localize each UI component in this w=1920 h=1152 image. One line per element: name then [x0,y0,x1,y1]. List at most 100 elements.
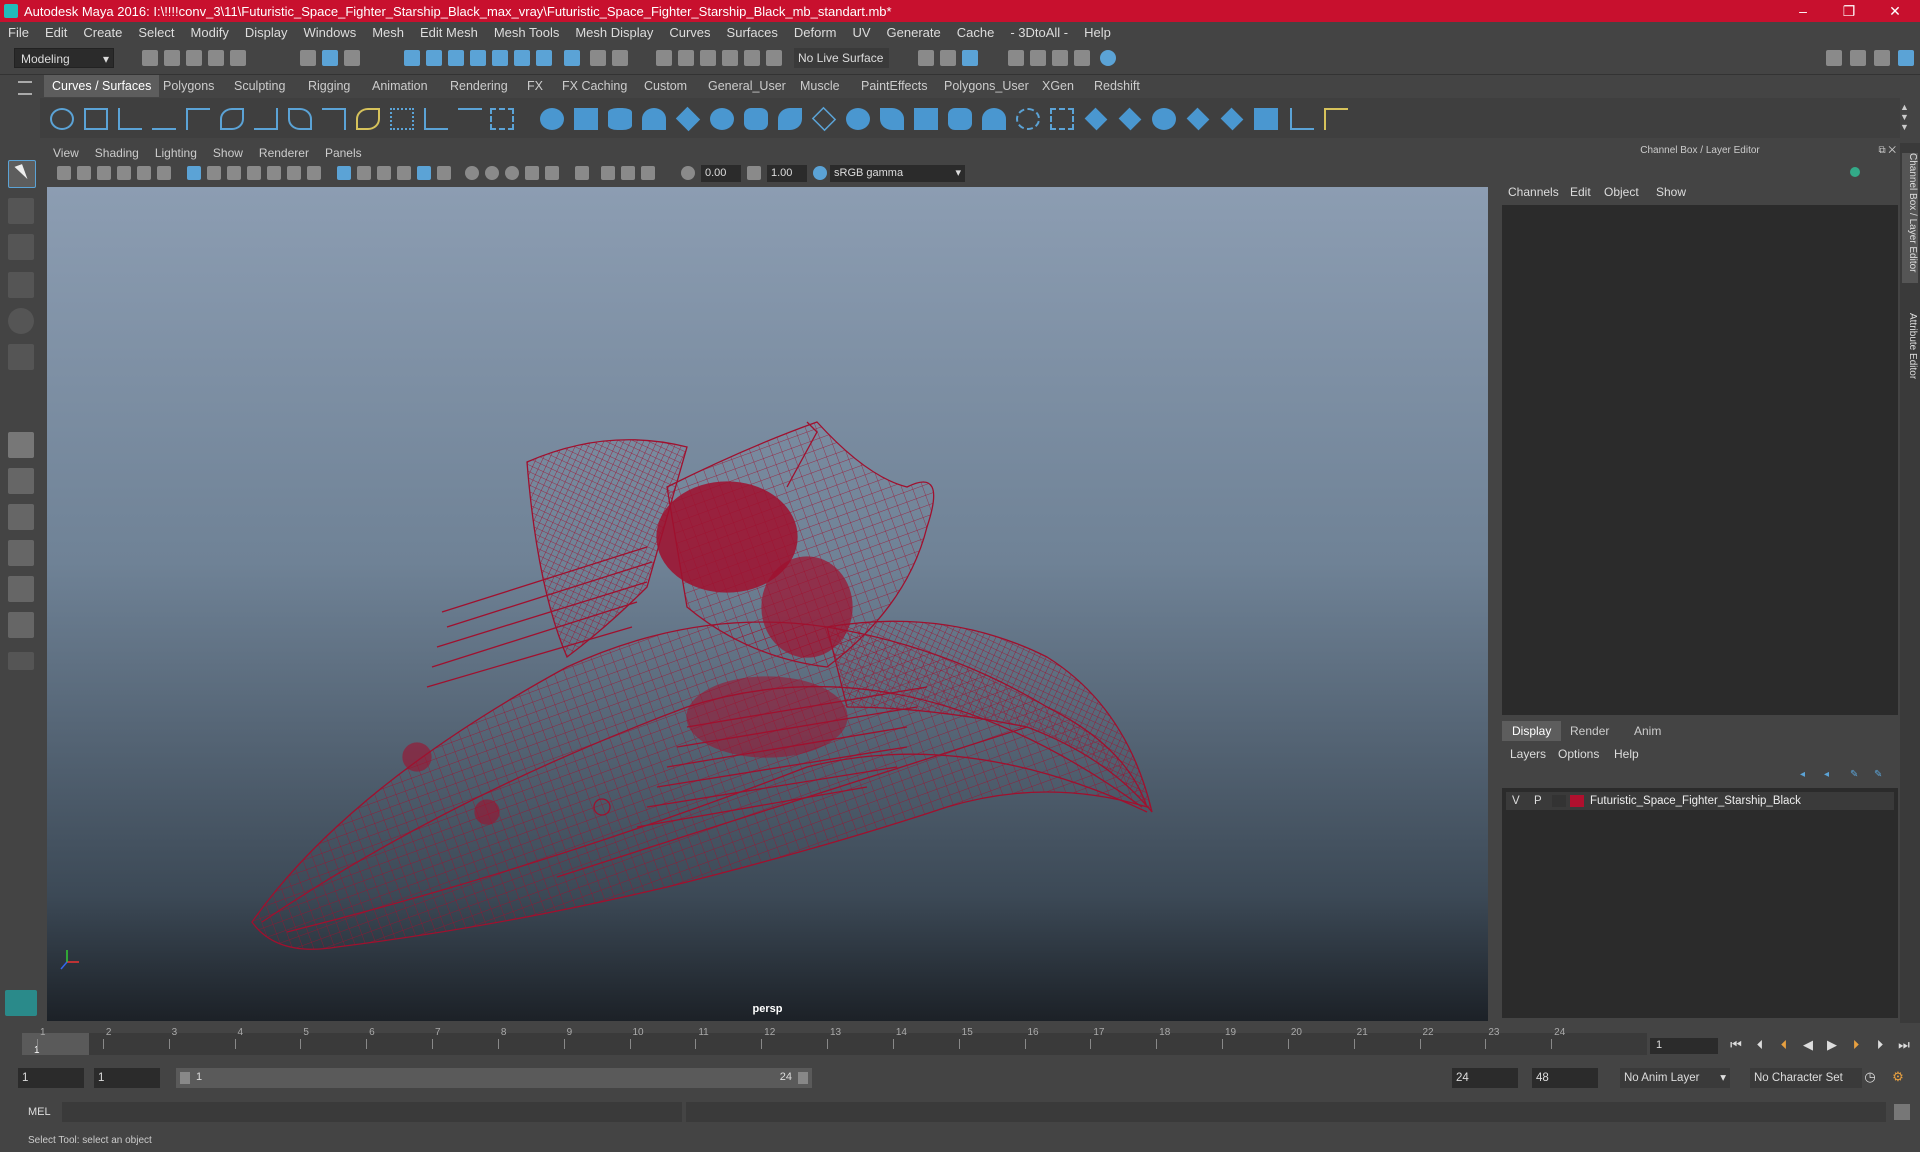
shelf-menu-icon[interactable] [18,81,32,95]
single-perspective-icon[interactable] [8,432,34,458]
gate-mask-icon[interactable] [247,166,261,180]
menu-curves[interactable]: Curves [661,22,718,44]
go-end-icon[interactable]: ⏭ [1896,1038,1912,1052]
outliner-icon[interactable] [1850,50,1866,66]
panel-close-icon[interactable]: ⧉ ✕ [1878,145,1896,156]
menu-mesh-display[interactable]: Mesh Display [567,22,661,44]
cb-menu-show[interactable]: Show [1656,185,1686,199]
snap-curve-icon[interactable] [426,50,442,66]
anim-layer-select[interactable]: No Anim Layer ▾ [1620,1068,1730,1088]
detach-curves-icon[interactable] [288,108,312,130]
layer-menu-options[interactable]: Options [1558,747,1599,761]
image-plane-icon[interactable] [117,166,131,180]
render-settings-icon[interactable] [1008,50,1024,66]
live-surface-field[interactable]: No Live Surface [794,48,889,68]
tab-rigging[interactable]: Rigging [300,75,358,97]
resolution-gate-icon[interactable] [227,166,241,180]
insert-knot-icon[interactable] [322,108,346,130]
snap-vertex-icon[interactable] [536,50,552,66]
planar-icon[interactable] [811,106,837,132]
layer-menu-layers[interactable]: Layers [1510,747,1546,761]
tab-polygons[interactable]: Polygons [155,75,222,97]
move-layer-down-icon[interactable]: ◂ [1824,769,1829,780]
cb-menu-edit[interactable]: Edit [1570,185,1591,199]
vp-menu-lighting[interactable]: Lighting [147,143,205,163]
open-scene-icon[interactable] [164,50,180,66]
sym3-icon[interactable] [744,50,760,66]
layer-color-swatch[interactable] [1570,795,1584,807]
construction-icon[interactable] [612,50,628,66]
menu-uv[interactable]: UV [844,22,878,44]
smooth-shade-icon[interactable] [357,166,371,180]
scene-end-field[interactable]: 48 [1532,1068,1598,1088]
2d-pan-icon[interactable] [137,166,151,180]
arc-icon[interactable] [220,108,244,130]
menu-edit[interactable]: Edit [37,22,75,44]
colorspace-select[interactable]: sRGB gamma ▾ [830,165,965,182]
go-start-icon[interactable]: ⏮ [1728,1038,1744,1052]
square-surface-icon[interactable] [948,108,972,130]
tab-painteffects[interactable]: PaintEffects [853,75,935,97]
hypershade-icon[interactable] [1030,50,1046,66]
menu-edit-mesh[interactable]: Edit Mesh [412,22,486,44]
script-editor-icon[interactable] [1894,1104,1910,1120]
input-ops-icon[interactable] [656,50,672,66]
prev-key-icon[interactable]: ⏴ [1776,1038,1792,1052]
rotate-tool-icon[interactable] [8,308,34,334]
maximize-button[interactable]: ❐ [1826,0,1872,22]
menu-file[interactable]: File [0,22,37,44]
render-setup-icon[interactable] [1052,50,1068,66]
nurbs-torus-icon[interactable] [710,108,734,130]
sculpt-icon[interactable] [1290,108,1314,130]
auto-key-icon[interactable]: ◷ [1862,1070,1878,1084]
range-slider[interactable]: 1 24 [176,1068,812,1088]
tab-fx-caching[interactable]: FX Caching [554,75,635,97]
tab-muscle[interactable]: Muscle [792,75,848,97]
workspace-icon[interactable] [1898,50,1914,66]
menu-display[interactable]: Display [237,22,296,44]
vp-menu-view[interactable]: View [45,143,87,163]
tab-channel-box-side[interactable]: Channel Box / Layer Editor [1902,153,1918,283]
tab-render[interactable]: Render [1560,721,1619,741]
snap-live-icon[interactable] [514,50,530,66]
cb-menu-channels[interactable]: Channels [1508,185,1559,199]
select-hierarchy-icon[interactable] [300,50,316,66]
history-icon[interactable] [564,50,580,66]
preferences-icon[interactable]: ⚙ [1890,1070,1906,1084]
sym4-icon[interactable] [766,50,782,66]
menu-deform[interactable]: Deform [786,22,845,44]
tab-sculpting[interactable]: Sculpting [226,75,293,97]
lock-icon[interactable] [590,50,606,66]
layer-type-toggle[interactable] [1552,795,1566,807]
move-tool-icon[interactable] [8,272,34,298]
persp-graph-icon[interactable] [8,540,34,566]
nurbs-cylinder-icon[interactable] [608,108,632,130]
viewport-3d[interactable]: persp [47,187,1488,1021]
wireframe-on-shaded-icon[interactable] [377,166,391,180]
range-end-handle[interactable] [798,1072,808,1084]
menu-modify[interactable]: Modify [183,22,237,44]
tab-attribute-editor-side[interactable]: Attribute Editor [1902,313,1918,403]
tab-display[interactable]: Display [1502,721,1562,741]
current-frame-field[interactable]: 1 [1650,1038,1718,1054]
move-layer-up-icon[interactable]: ◂ [1800,769,1805,780]
motion-blur-icon[interactable] [505,166,519,180]
close-button[interactable]: ✕ [1872,0,1918,22]
snap-grid-icon[interactable] [404,50,420,66]
menu-cache[interactable]: Cache [949,22,1003,44]
xray-icon[interactable] [397,166,411,180]
menu-select[interactable]: Select [130,22,182,44]
shadows-icon[interactable] [465,166,479,180]
scale-tool-icon[interactable] [8,344,34,370]
next-key-icon[interactable]: ⏵ [1848,1038,1864,1052]
offset-curve-icon[interactable] [390,108,414,130]
output-ops-icon[interactable] [678,50,694,66]
minimize-button[interactable]: – [1780,0,1826,22]
gamma-icon[interactable] [747,166,761,180]
tab-rendering[interactable]: Rendering [442,75,516,97]
menu-mesh-tools[interactable]: Mesh Tools [486,22,568,44]
snap-point-icon[interactable] [448,50,464,66]
layout-icon[interactable] [1826,50,1842,66]
ipr-icon[interactable] [962,50,978,66]
new-scene-icon[interactable] [142,50,158,66]
